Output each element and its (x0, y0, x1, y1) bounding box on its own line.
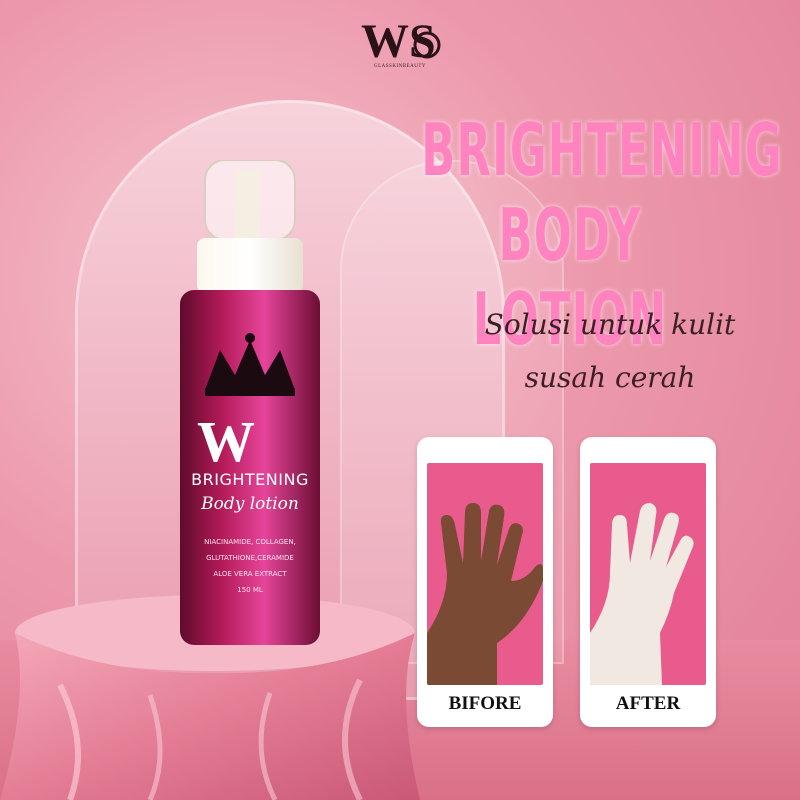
bottle-ingredients-3: ALOE VERA EXTRACT (213, 570, 287, 578)
bottle-ingredients-2: GLUTATHIONE,CERAMIDE (206, 554, 294, 562)
logo-letters: WS (361, 15, 436, 68)
bottle-label-script: Body lotion (201, 494, 299, 514)
bottle-logo-letter: W (197, 409, 255, 474)
after-label: AFTER (615, 693, 681, 714)
bottle-ingredients-1: NIACINAMIDE, COLLAGEN, (204, 538, 296, 546)
before-card: BIFORE (417, 437, 553, 727)
logo-subtitle: GLASSKINBEAUTY (374, 64, 426, 69)
promo-scene: WS GLASSKINBEAUTY BRIGHTENING BODY LOTIO… (0, 0, 800, 800)
product-bottle: W BRIGHTENING Body lotion NIACINAMIDE, C… (175, 159, 325, 650)
tagline-line2: susah cerah (524, 361, 696, 394)
after-hand-photo (590, 463, 706, 685)
tagline-line1: Solusi untuk kulit (484, 308, 736, 341)
before-label: BIFORE (448, 693, 522, 714)
after-card: AFTER (580, 437, 716, 727)
bottle-volume: 150 ML (237, 586, 263, 594)
before-hand-photo (427, 463, 543, 685)
headline-line1: BRIGHTENING (421, 108, 783, 192)
bottle-label-brand: BRIGHTENING (191, 470, 309, 489)
